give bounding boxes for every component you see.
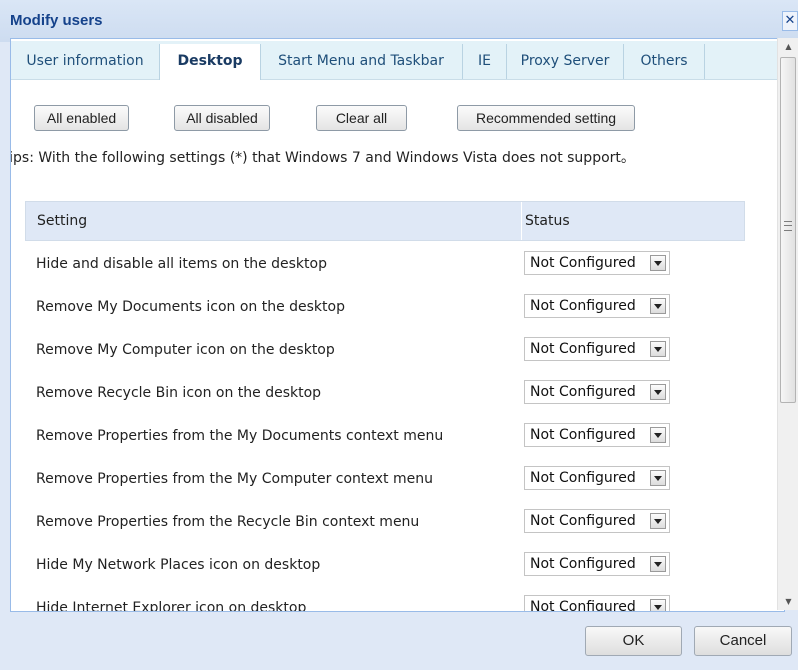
table-row: Remove Properties from the My Computer c…	[25, 458, 745, 501]
table-row: Remove Properties from the Recycle Bin c…	[25, 501, 745, 544]
table-header: Setting Status	[25, 201, 745, 241]
setting-label: Hide and disable all items on the deskto…	[36, 256, 327, 272]
status-value: Not Configured	[530, 599, 636, 612]
status-value: Not Configured	[530, 341, 636, 357]
scrollbar-thumb[interactable]	[780, 57, 796, 403]
all-disabled-button[interactable]: All disabled	[174, 105, 270, 131]
chevron-down-icon[interactable]	[650, 298, 666, 314]
chevron-down-icon[interactable]	[650, 556, 666, 572]
recommended-setting-button[interactable]: Recommended setting	[457, 105, 635, 131]
dialog-title: Modify users	[10, 12, 103, 29]
tab-others[interactable]: Others	[624, 44, 705, 79]
column-header-status: Status	[525, 213, 570, 229]
table-row: Remove Properties from the My Documents …	[25, 415, 745, 458]
chevron-down-icon[interactable]	[650, 513, 666, 529]
tab-strip: User information Desktop Start Menu and …	[11, 41, 777, 80]
close-icon[interactable]: ✕	[782, 11, 798, 31]
header-divider	[521, 202, 522, 240]
status-value: Not Configured	[530, 513, 636, 529]
tips-text: Tips: With the following settings (*) th…	[10, 150, 635, 166]
status-value: Not Configured	[530, 384, 636, 400]
table-row: Hide and disable all items on the deskto…	[25, 243, 745, 286]
setting-label: Remove Properties from the Recycle Bin c…	[36, 514, 420, 530]
chevron-down-icon[interactable]	[650, 384, 666, 400]
status-value: Not Configured	[530, 298, 636, 314]
cancel-button[interactable]: Cancel	[694, 626, 792, 656]
table-row: Remove Recycle Bin icon on the desktop N…	[25, 372, 745, 415]
tab-desktop[interactable]: Desktop	[159, 44, 261, 80]
status-select[interactable]: Not Configured	[524, 595, 670, 612]
all-enabled-button[interactable]: All enabled	[34, 105, 129, 131]
status-select[interactable]: Not Configured	[524, 552, 670, 576]
status-select[interactable]: Not Configured	[524, 251, 670, 275]
table-row: Remove My Computer icon on the desktop N…	[25, 329, 745, 372]
status-select[interactable]: Not Configured	[524, 509, 670, 533]
scroll-up-icon[interactable]: ▲	[778, 38, 798, 55]
status-select[interactable]: Not Configured	[524, 423, 670, 447]
setting-label: Hide Internet Explorer icon on desktop	[36, 600, 307, 612]
table-row: Hide Internet Explorer icon on desktop N…	[25, 587, 745, 612]
chevron-down-icon[interactable]	[650, 470, 666, 486]
dialog-body: User information Desktop Start Menu and …	[10, 38, 785, 612]
setting-label: Remove Recycle Bin icon on the desktop	[36, 385, 322, 401]
tab-proxy-server[interactable]: Proxy Server	[507, 44, 624, 79]
tab-start-menu-taskbar[interactable]: Start Menu and Taskbar	[260, 44, 463, 79]
status-value: Not Configured	[530, 255, 636, 271]
status-value: Not Configured	[530, 470, 636, 486]
table-row: Remove My Documents icon on the desktop …	[25, 286, 745, 329]
status-select[interactable]: Not Configured	[524, 380, 670, 404]
status-value: Not Configured	[530, 556, 636, 572]
modify-users-dialog: Modify users ✕ User information Desktop …	[0, 0, 798, 670]
dialog-titlebar[interactable]: Modify users ✕	[0, 0, 798, 42]
chevron-down-icon[interactable]	[650, 255, 666, 271]
ok-button[interactable]: OK	[585, 626, 682, 656]
tab-ie[interactable]: IE	[463, 44, 507, 79]
status-select[interactable]: Not Configured	[524, 337, 670, 361]
scroll-down-icon[interactable]: ▼	[778, 593, 798, 610]
status-value: Not Configured	[530, 427, 636, 443]
clear-all-button[interactable]: Clear all	[316, 105, 407, 131]
setting-label: Hide My Network Places icon on desktop	[36, 557, 321, 573]
status-select[interactable]: Not Configured	[524, 466, 670, 490]
vertical-scrollbar[interactable]: ▲ ▼	[777, 38, 798, 610]
grip-icon	[784, 221, 792, 231]
setting-label: Remove Properties from the My Computer c…	[36, 471, 433, 487]
setting-label: Remove Properties from the My Documents …	[36, 428, 444, 444]
chevron-down-icon[interactable]	[650, 427, 666, 443]
table-row: Hide My Network Places icon on desktop N…	[25, 544, 745, 587]
column-header-setting: Setting	[37, 213, 88, 229]
chevron-down-icon[interactable]	[650, 599, 666, 611]
setting-label: Remove My Documents icon on the desktop	[36, 299, 345, 315]
tab-user-information[interactable]: User information	[11, 44, 160, 79]
setting-label: Remove My Computer icon on the desktop	[36, 342, 335, 358]
status-select[interactable]: Not Configured	[524, 294, 670, 318]
chevron-down-icon[interactable]	[650, 341, 666, 357]
